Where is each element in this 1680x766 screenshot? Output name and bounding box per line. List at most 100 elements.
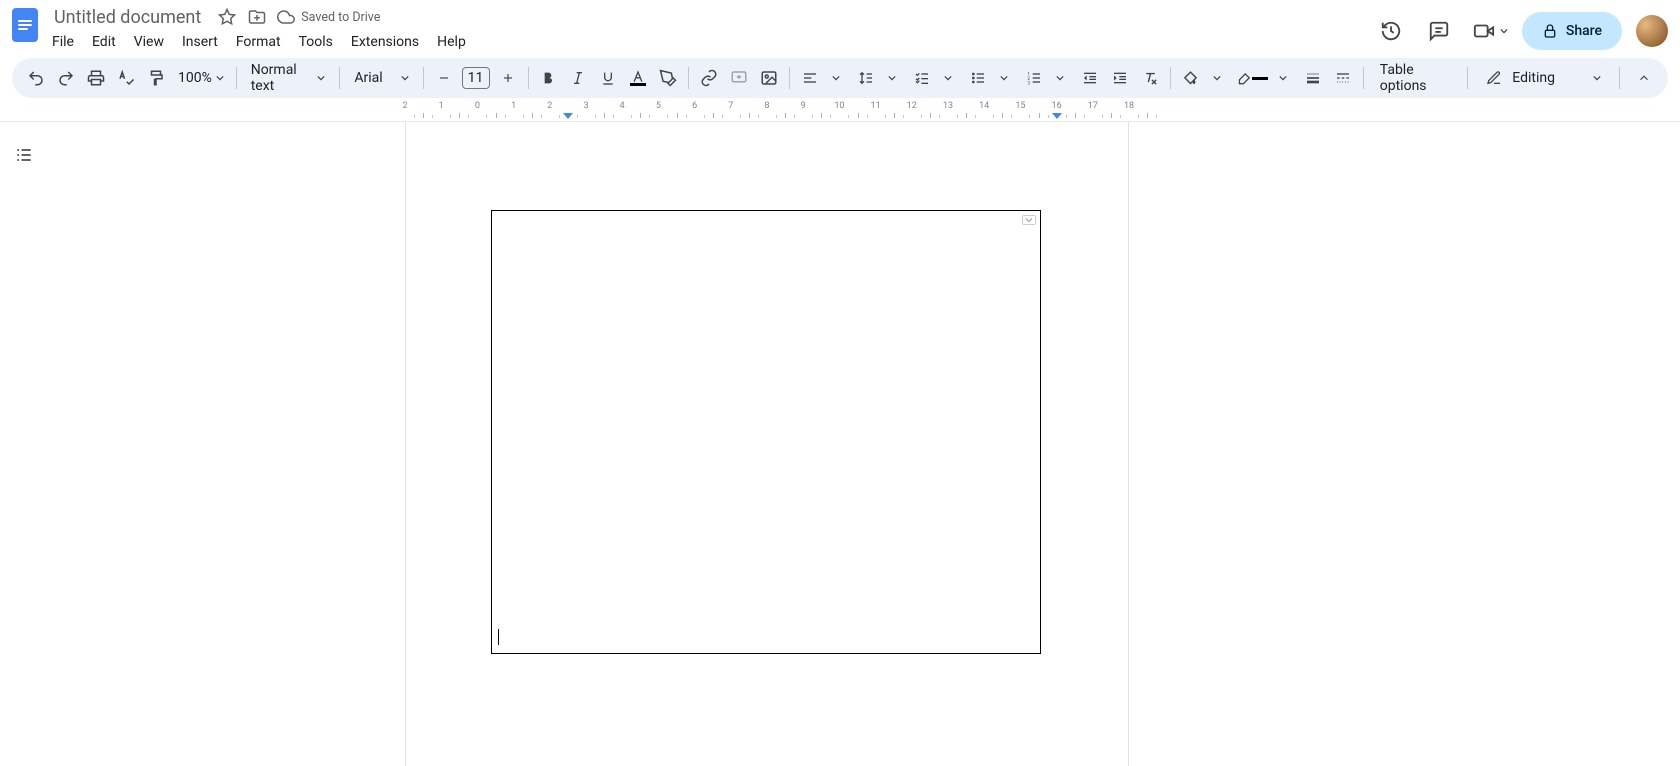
separator <box>1619 67 1620 89</box>
border-width-button[interactable] <box>1299 64 1327 92</box>
decrease-indent-button[interactable] <box>1076 64 1104 92</box>
increase-font-size-button[interactable] <box>494 64 522 92</box>
insert-link-button[interactable] <box>695 64 723 92</box>
border-color-dropdown[interactable] <box>1269 64 1297 92</box>
align-button[interactable] <box>796 64 824 92</box>
menu-edit[interactable]: Edit <box>84 30 124 54</box>
right-indent-marker[interactable] <box>1052 113 1062 119</box>
bold-button[interactable] <box>534 64 562 92</box>
font-family-dropdown[interactable]: Arial <box>346 70 416 86</box>
share-button[interactable]: Share <box>1522 12 1622 50</box>
align-dropdown[interactable] <box>822 64 850 92</box>
ruler-number: 9 <box>801 101 806 111</box>
line-spacing-dropdown[interactable] <box>878 64 906 92</box>
checklist-dropdown[interactable] <box>934 64 962 92</box>
ruler-number: 4 <box>620 101 625 111</box>
decrease-font-size-button[interactable] <box>430 64 458 92</box>
share-label: Share <box>1566 23 1602 39</box>
menu-file[interactable]: File <box>44 30 82 54</box>
star-icon[interactable] <box>217 7 237 27</box>
cell-background-button[interactable] <box>1177 64 1205 92</box>
move-icon[interactable] <box>247 7 267 27</box>
ruler-number: 8 <box>764 101 769 111</box>
font-family-value: Arial <box>354 70 382 86</box>
menu-format[interactable]: Format <box>228 30 289 54</box>
collapse-toolbar-button[interactable] <box>1630 64 1658 92</box>
ruler-number: 12 <box>907 101 917 111</box>
separator <box>423 67 424 89</box>
spellcheck-button[interactable] <box>112 64 140 92</box>
ruler-number: 11 <box>871 101 881 111</box>
menu-tools[interactable]: Tools <box>291 30 341 54</box>
text-cursor <box>498 629 499 645</box>
separator <box>789 67 790 89</box>
underline-button[interactable] <box>594 64 622 92</box>
line-spacing-button[interactable] <box>852 64 880 92</box>
redo-button[interactable] <box>52 64 80 92</box>
ruler-number: 5 <box>656 101 661 111</box>
zoom-dropdown[interactable]: 100% <box>172 70 230 86</box>
editing-mode-dropdown[interactable]: Editing <box>1478 66 1609 90</box>
insert-image-button[interactable] <box>755 64 783 92</box>
menu-insert[interactable]: Insert <box>174 30 226 54</box>
menu-view[interactable]: View <box>126 30 172 54</box>
cell-menu-button[interactable] <box>1022 215 1036 225</box>
docs-logo[interactable] <box>12 8 38 42</box>
comments-icon[interactable] <box>1422 14 1456 48</box>
paint-format-button[interactable] <box>142 64 170 92</box>
meet-dropdown-icon[interactable] <box>1500 27 1508 35</box>
separator <box>1170 67 1171 89</box>
increase-indent-button[interactable] <box>1106 64 1134 92</box>
cloud-status[interactable]: Saved to Drive <box>277 8 380 26</box>
ruler-number: 1 <box>511 101 516 111</box>
ruler-number: 2 <box>547 101 552 111</box>
chevron-down-icon <box>401 74 409 82</box>
ruler-number: 17 <box>1088 101 1098 111</box>
ruler-number: 3 <box>583 101 588 111</box>
border-color-button[interactable] <box>1233 64 1271 92</box>
separator <box>339 67 340 89</box>
ruler-number: 13 <box>943 101 953 111</box>
cell-background-dropdown[interactable] <box>1203 64 1231 92</box>
text-color-button[interactable] <box>624 64 652 92</box>
ruler-number: 7 <box>728 101 733 111</box>
table-options-button[interactable]: Table options <box>1370 58 1461 98</box>
checklist-button[interactable] <box>908 64 936 92</box>
separator <box>1467 67 1468 89</box>
add-comment-button[interactable] <box>725 64 753 92</box>
document-page[interactable] <box>405 122 1129 766</box>
separator <box>236 67 237 89</box>
clear-formatting-button[interactable] <box>1136 64 1164 92</box>
history-icon[interactable] <box>1374 14 1408 48</box>
numbered-list-button[interactable]: 123 <box>1020 64 1048 92</box>
ruler-number: 18 <box>1124 101 1134 111</box>
highlight-color-button[interactable] <box>654 64 682 92</box>
numbered-list-dropdown[interactable] <box>1046 64 1074 92</box>
paragraph-style-value: Normal text <box>251 62 312 94</box>
horizontal-ruler[interactable]: 210123456789101112131415161718 <box>0 102 1680 122</box>
paragraph-style-dropdown[interactable]: Normal text <box>243 62 334 94</box>
border-dash-button[interactable] <box>1329 64 1357 92</box>
document-title[interactable]: Untitled document <box>48 6 207 29</box>
table-cell[interactable] <box>491 210 1041 654</box>
undo-button[interactable] <box>22 64 50 92</box>
ruler-number: 1 <box>439 101 444 111</box>
account-avatar[interactable] <box>1636 15 1668 47</box>
separator <box>1363 67 1364 89</box>
zoom-value: 100% <box>178 70 212 86</box>
bulleted-list-dropdown[interactable] <box>990 64 1018 92</box>
left-indent-marker[interactable] <box>563 113 573 119</box>
bulleted-list-button[interactable] <box>964 64 992 92</box>
meet-icon[interactable] <box>1470 14 1498 48</box>
italic-button[interactable] <box>564 64 592 92</box>
menu-help[interactable]: Help <box>429 30 474 54</box>
font-size-input[interactable] <box>462 67 490 89</box>
ruler-number: 6 <box>692 101 697 111</box>
chevron-down-icon <box>317 74 325 82</box>
separator <box>528 67 529 89</box>
menu-extensions[interactable]: Extensions <box>343 30 427 54</box>
ruler-number: 16 <box>1052 101 1062 111</box>
print-button[interactable] <box>82 64 110 92</box>
ruler-number: 14 <box>979 101 989 111</box>
ruler-number: 10 <box>834 101 844 111</box>
